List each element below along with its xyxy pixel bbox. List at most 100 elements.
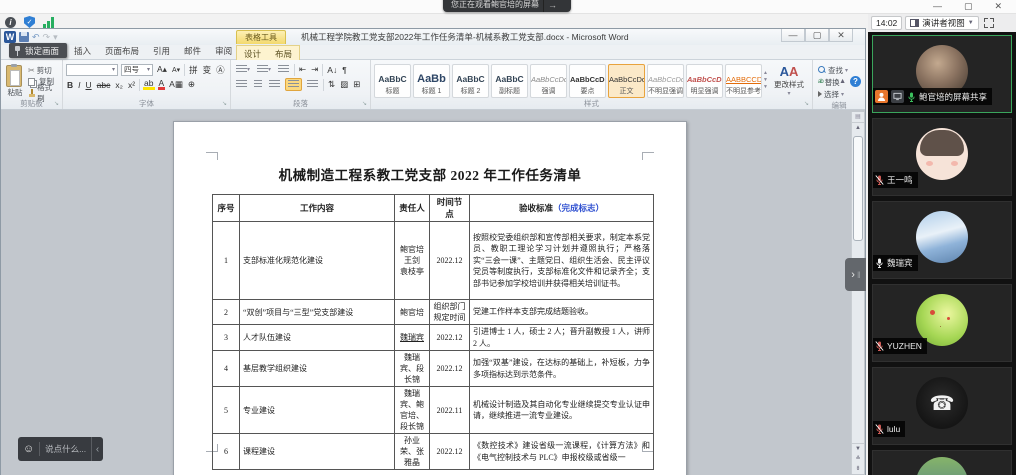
style-item[interactable]: AABBCCDD不明显参考 [725,64,762,98]
change-case-icon[interactable]: 变 [202,64,213,76]
participant-tile[interactable]: YUZHEN [872,284,1012,362]
font-name-combobox[interactable]: ▾ [66,64,118,76]
highlight-color-button[interactable]: ab [143,79,154,90]
style-item[interactable]: AaBbC标题 2 [452,64,489,98]
align-left-button[interactable] [234,79,249,90]
enclose-characters-icon[interactable]: ⊕ [187,79,196,90]
emoji-icon[interactable]: ☺ [18,443,39,455]
tab-page-layout[interactable]: 页面布局 [98,43,146,59]
help-icon[interactable]: ? [850,76,861,87]
undo-icon[interactable]: ↶ [32,33,40,42]
minimize-icon[interactable]: — [933,1,942,12]
tab-table-layout[interactable]: 布局 [268,46,299,60]
font-color-button[interactable]: A [158,79,166,90]
shield-icon[interactable]: ✓ [24,16,35,28]
fullscreen-icon[interactable] [984,18,994,28]
line-spacing-icon[interactable]: ⇅ [327,79,336,90]
word-minimize-icon[interactable]: — [781,29,805,42]
document-page[interactable]: 机械制造工程系教工党支部 2022 年工作任务清单 序号 工作内容 责任人 时间… [173,121,687,475]
dialog-launcher-icon[interactable]: ↘ [222,100,227,107]
strikethrough-button[interactable]: abc [96,80,112,90]
style-item[interactable]: AaBbCcDd不明显强调 [647,64,684,98]
numbering-button[interactable]: ▾ [255,64,273,75]
tab-mailings[interactable]: 邮件 [177,43,208,59]
align-right-button[interactable] [267,79,282,90]
qat-dropdown-icon[interactable]: ▾ [53,33,58,42]
dialog-launcher-icon[interactable]: ↘ [804,100,809,107]
italic-button[interactable]: I [77,80,81,90]
borders-icon[interactable]: ⊞ [352,79,361,90]
minimize-ribbon-icon[interactable]: ▲ [839,78,846,85]
tab-insert[interactable]: 插入 [67,43,98,59]
show-marks-icon[interactable]: ¶ [341,65,348,75]
style-item[interactable]: AaBbCcDc要点 [569,64,606,98]
scrollbar-thumb[interactable] [853,136,863,241]
multilevel-list-button[interactable] [276,64,291,75]
underline-button[interactable]: U [85,80,93,90]
table-row: 2 “双创”项目与“三型”党支部建设 鲍官培 组织部门规定时间 党建工作样本支部… [213,300,654,325]
dialog-launcher-icon[interactable]: ↘ [54,100,59,107]
next-page-icon[interactable]: ⇟ [852,464,864,474]
subscript-button[interactable]: x₂ [114,80,124,90]
scroll-down-icon[interactable]: ▼ [852,444,864,454]
sidebar-collapse-handle[interactable]: ›‖ [845,258,866,291]
style-item[interactable]: AaBbCcDd强调 [530,64,567,98]
bullets-button[interactable]: ▾ [234,64,252,75]
find-button[interactable]: 查找▾ [816,64,850,76]
style-item[interactable]: AaBbC副标题 [491,64,528,98]
scroll-up-icon[interactable]: ▲ [852,123,864,133]
ruler-toggle-icon[interactable]: ▤ [852,112,864,123]
pinyin-guide-icon[interactable]: 拼 [188,64,199,76]
increase-indent-icon[interactable]: ⇥ [310,64,319,75]
character-shading-icon[interactable]: A▦ [168,79,184,90]
participant-tile[interactable]: 魏瑞宾 [872,201,1012,279]
cut-button[interactable]: ✂剪切 [26,65,59,76]
superscript-button[interactable]: x² [127,80,136,90]
redo-icon[interactable]: ↷ [43,33,51,42]
word-scrollbar[interactable]: ▤ ▲ ▼ ≛ ⇟ [851,112,864,474]
style-item[interactable]: AaBbCcDc明显强调 [686,64,723,98]
participant-tile[interactable]: ☎ lulu [872,367,1012,445]
format-painter-button[interactable]: 格式刷 [26,87,59,98]
save-icon[interactable] [19,32,29,42]
dialog-launcher-icon[interactable]: ↘ [362,100,367,107]
network-signal-icon[interactable] [43,17,54,28]
align-center-button[interactable] [252,79,264,90]
word-maximize-icon[interactable]: ▢ [805,29,829,42]
bold-button[interactable]: B [66,80,74,90]
select-button[interactable]: 选择▾ [816,88,850,100]
info-icon[interactable]: i [5,17,16,28]
sort-icon[interactable]: A↓ [326,65,338,75]
participant-tile-sharing[interactable]: 鲍官培的屏幕共享 [872,35,1012,113]
tab-references[interactable]: 引用 [146,43,177,59]
style-item[interactable]: AaBbC标题 [374,64,411,98]
tab-table-design[interactable]: 设计 [237,46,268,60]
character-border-icon[interactable]: Ⓐ [215,64,226,76]
style-item-selected[interactable]: AaBbCcDd正文 [608,64,645,98]
font-size-combobox[interactable]: 四号▾ [121,64,153,76]
change-styles-button[interactable]: AA 更改样式 ▾ [769,62,809,98]
chat-bar[interactable]: ☺ 说点什么... ‹ [18,437,103,461]
decrease-indent-icon[interactable]: ⇤ [298,64,307,75]
grow-font-icon[interactable]: A▴ [156,64,168,75]
word-close-icon[interactable]: ✕ [829,29,853,42]
justify-button[interactable] [285,78,302,91]
view-mode-button[interactable]: 演讲者视图 ▼ [905,16,978,30]
participant-tile[interactable]: 王一鸣 [872,118,1012,196]
distribute-button[interactable] [305,79,320,90]
close-icon[interactable]: ✕ [994,1,1002,12]
previous-page-icon[interactable]: ≛ [852,454,864,464]
contextual-tabs: 设计 布局 [236,45,300,60]
style-gallery-scroll[interactable]: ▲▼▼ [762,62,769,98]
shrink-font-icon[interactable]: A▾ [171,66,181,74]
maximize-icon[interactable]: ▢ [964,1,973,12]
paste-button[interactable]: 粘贴 [4,62,26,98]
shading-icon[interactable]: ▨ [339,79,349,90]
collapse-chat-icon[interactable]: ‹ [91,437,103,461]
word-logo-icon[interactable]: W [4,31,16,43]
chat-input[interactable]: 说点什么... [40,443,91,455]
participant-tile[interactable] [872,450,1012,475]
exit-share-icon[interactable]: → [543,0,561,12]
style-item[interactable]: AaBb标题 1 [413,64,450,98]
tab-review[interactable]: 审阅 [208,43,239,59]
